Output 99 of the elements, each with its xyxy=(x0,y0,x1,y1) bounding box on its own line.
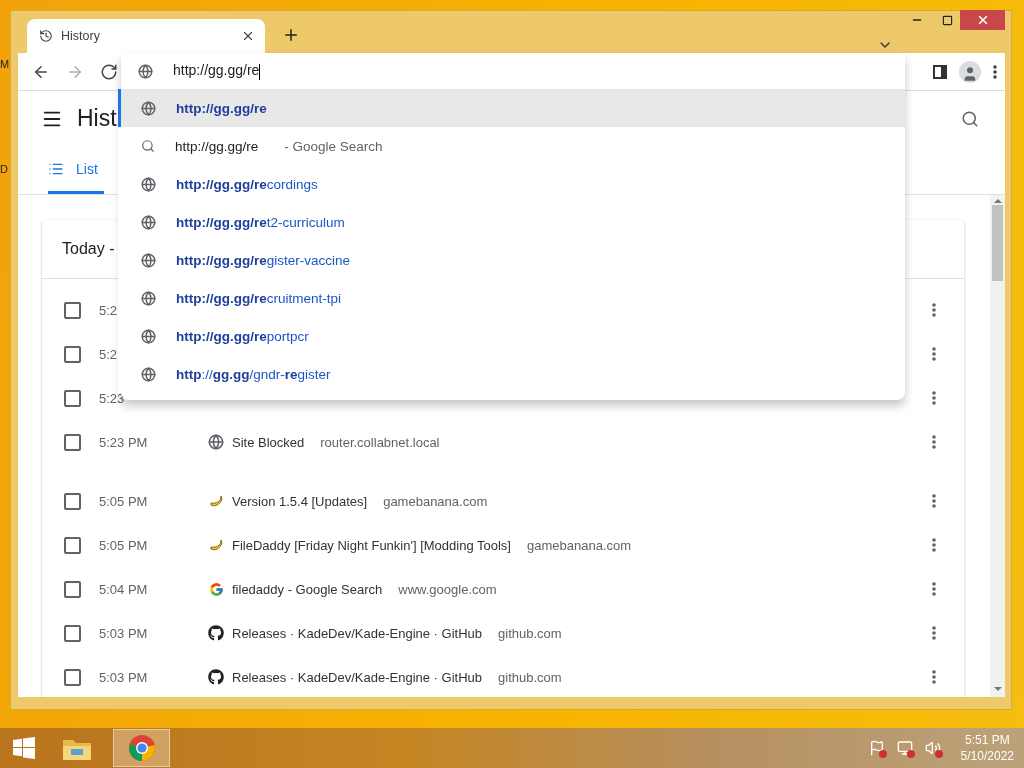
more-icon xyxy=(932,391,936,405)
reload-icon xyxy=(100,62,118,81)
maximize-icon xyxy=(941,14,953,26)
visit-time: 5:03 PM xyxy=(99,669,149,685)
domain-text: router.collabnet.local xyxy=(320,434,440,450)
taskbar-app-button[interactable] xyxy=(113,729,170,767)
page-link[interactable]: FileDaddy [Friday Night Funkin'] [Modding Tools] xyxy=(232,537,511,553)
clock-date: 5/10/2022 xyxy=(960,748,1014,764)
globe-icon xyxy=(141,214,156,230)
domain-text: github.com xyxy=(498,625,562,641)
windows-logo-icon xyxy=(13,737,35,759)
cat-silhouette-icon xyxy=(208,625,224,641)
domain-text: gamebanana.com xyxy=(527,537,632,553)
suggestion-url: http://gg.gg/gndr-register xyxy=(176,366,331,382)
page-link[interactable]: Version 1.5.4 [Updates] xyxy=(232,493,368,509)
more-icon xyxy=(993,64,997,79)
suggestion-item[interactable]: http://gg.gg/register-vaccine xyxy=(118,241,905,279)
checkbox[interactable] xyxy=(64,433,81,451)
more-icon xyxy=(932,303,936,317)
clock-time: 5:51 PM xyxy=(964,732,1010,748)
suggestion-item[interactable]: http://gg.gg/re xyxy=(118,89,905,127)
page-title: Hist xyxy=(77,105,117,132)
checkbox[interactable] xyxy=(64,389,81,407)
tab-title: History xyxy=(61,29,101,43)
checkbox[interactable] xyxy=(64,492,81,510)
address-field[interactable]: http://gg.gg/re xyxy=(121,53,905,89)
checkbox[interactable] xyxy=(64,624,81,642)
search-button[interactable] xyxy=(961,109,979,128)
visit-time: 5:04 PM xyxy=(99,581,149,597)
globe-icon xyxy=(208,434,224,450)
chrome-logo-icon xyxy=(127,734,156,762)
suggestion-item[interactable]: http://gg.gg/recruitment-tpi xyxy=(118,279,905,317)
g-logo-icon xyxy=(208,581,224,597)
close-icon xyxy=(241,29,255,43)
suggestion-item[interactable]: http://gg.gg/reportpcr xyxy=(118,317,905,355)
suggestion-item[interactable]: http://gg.gg/ret2-curriculum xyxy=(118,203,905,241)
suggestion-query: http://gg.gg/re xyxy=(175,138,259,154)
search-icon xyxy=(961,109,979,128)
suggestion-item[interactable]: http://gg.gg/recordings xyxy=(118,165,905,203)
visit-time: 5:23 xyxy=(99,390,126,406)
plus-icon xyxy=(282,26,300,44)
desktop-icon-label: D xyxy=(0,163,8,175)
domain-text: github.com xyxy=(498,669,562,685)
visit-time: 5:23 PM xyxy=(99,434,149,450)
side-panel-button[interactable] xyxy=(933,64,947,79)
suggestion-url: http://gg.gg/register-vaccine xyxy=(176,252,350,268)
globe-icon xyxy=(141,176,156,192)
side-panel-icon xyxy=(933,64,947,79)
suggestion-item[interactable]: http://gg.gg/re - Google Search xyxy=(118,127,905,165)
menu-button[interactable] xyxy=(993,64,997,79)
more-icon xyxy=(932,435,936,449)
visit-time: 5:2 xyxy=(99,302,119,318)
page-link[interactable]: Releases · KadeDev/Kade-Engine · GitHub xyxy=(232,669,483,685)
banana-icon xyxy=(208,493,224,509)
profile-avatar[interactable] xyxy=(959,60,981,83)
globe-icon xyxy=(141,252,156,268)
cat-silhouette-icon xyxy=(208,669,224,685)
checkbox[interactable] xyxy=(64,668,81,686)
suggestion-url: http://gg.gg/recruitment-tpi xyxy=(176,290,341,306)
suggestion-hint: - Google Search xyxy=(284,138,383,154)
domain-text: gamebanana.com xyxy=(383,493,488,509)
visit-time: 5:05 PM xyxy=(99,493,149,509)
more-icon xyxy=(932,538,936,552)
history-icon xyxy=(39,29,53,43)
more-icon xyxy=(932,494,936,508)
suggestion-url: http://gg.gg/re xyxy=(176,100,267,116)
suggestion-item[interactable]: http://gg.gg/gndr-register xyxy=(118,355,905,393)
checkbox[interactable] xyxy=(64,536,81,554)
globe-icon xyxy=(141,100,156,116)
desktop-icon-label: M xyxy=(0,58,10,70)
more-icon xyxy=(932,582,936,596)
search-icon xyxy=(141,139,155,153)
globe-icon xyxy=(141,366,156,382)
browser-tab[interactable]: History xyxy=(27,19,265,53)
visit-time: 5:03 PM xyxy=(99,625,149,641)
domain-text: www.google.com xyxy=(398,581,497,597)
page-link[interactable]: Site Blocked xyxy=(232,434,305,450)
list-tab[interactable]: List xyxy=(48,146,104,194)
suggestion-url: http://gg.gg/ret2-curriculum xyxy=(176,214,345,230)
page-link[interactable]: Releases · KadeDev/Kade-Engine · GitHub xyxy=(232,625,483,641)
globe-icon xyxy=(138,63,153,79)
checkbox[interactable] xyxy=(64,301,81,319)
visit-time: 5:05 PM xyxy=(99,537,149,553)
scrollbar[interactable] xyxy=(990,195,1005,697)
more-icon xyxy=(932,626,936,640)
address-value: http://gg.gg/re xyxy=(173,62,261,80)
more-icon xyxy=(932,670,936,684)
checkbox[interactable] xyxy=(64,580,81,598)
suggestion-url: http://gg.gg/reportpcr xyxy=(176,328,309,344)
date-heading: Today - xyxy=(62,240,115,258)
close-tab-button[interactable] xyxy=(241,29,255,43)
visit-time: 5:2 xyxy=(99,346,119,362)
more-icon xyxy=(932,347,936,361)
suggestion-url: http://gg.gg/recordings xyxy=(176,176,318,192)
globe-icon xyxy=(141,328,156,344)
globe-icon xyxy=(141,290,156,306)
page-link[interactable]: filedaddy - Google Search xyxy=(232,581,383,597)
banana-icon xyxy=(208,537,224,553)
checkbox[interactable] xyxy=(64,345,81,363)
